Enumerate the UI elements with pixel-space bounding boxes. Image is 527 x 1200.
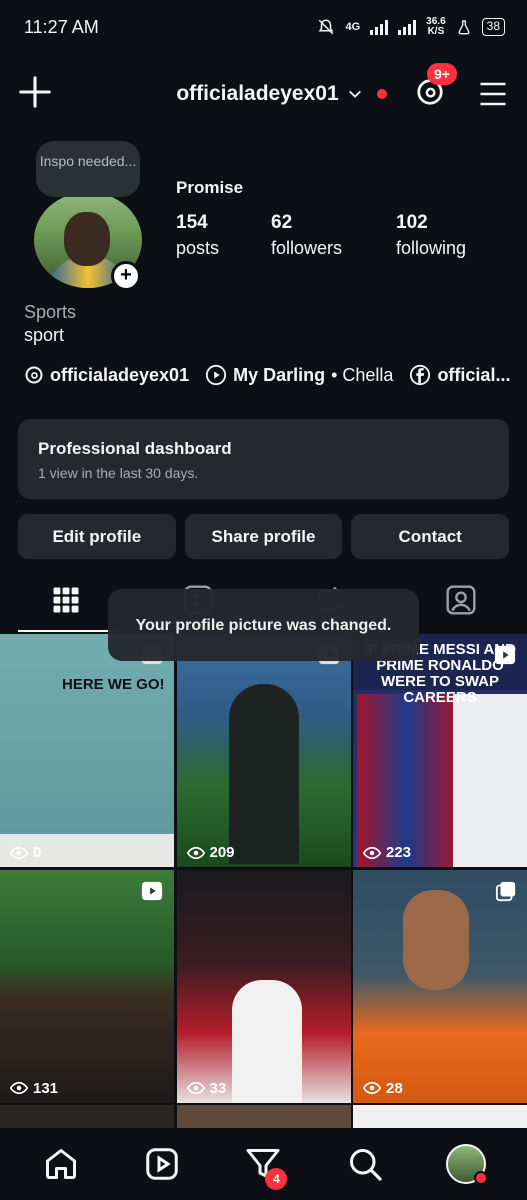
eye-icon <box>10 1081 28 1095</box>
post-tile[interactable]: HERE WE GO! 0 <box>0 634 174 867</box>
dashboard-subtitle: 1 view in the last 30 days. <box>38 465 199 481</box>
nav-reels[interactable] <box>132 1134 192 1194</box>
threads-icon <box>25 366 43 384</box>
profile-category: Sports <box>24 302 77 322</box>
bottom-nav: 4 <box>0 1128 527 1200</box>
view-count: 33 <box>186 1080 226 1097</box>
display-name: Promise <box>176 178 244 197</box>
search-icon <box>349 1149 382 1181</box>
facebook-link[interactable]: official... <box>409 364 510 386</box>
facebook-icon <box>410 364 431 386</box>
view-count: 223 <box>363 844 411 861</box>
toast-message: Your profile picture was changed. <box>108 589 419 661</box>
status-time: 11:27 AM <box>24 16 99 37</box>
eye-icon <box>363 1081 381 1095</box>
add-story-button[interactable]: + <box>111 261 141 291</box>
nav-profile[interactable] <box>436 1134 496 1194</box>
contact-button[interactable]: Contact <box>351 514 510 559</box>
eye-icon <box>186 846 205 859</box>
unread-dot <box>376 89 387 99</box>
eye-icon <box>186 1081 205 1095</box>
profile-header: officialadeyex01 9+ <box>0 62 527 126</box>
view-count: 209 <box>186 844 235 861</box>
battery-icon: 38 <box>481 18 505 36</box>
music-link[interactable]: My Darling • Chella <box>205 364 393 386</box>
threads-badge: 9+ <box>427 62 457 85</box>
stat-posts[interactable]: 154 posts <box>176 212 271 259</box>
post-tile[interactable]: 33 <box>176 869 351 1103</box>
grid-icon <box>53 587 79 613</box>
reel-icon <box>494 645 516 665</box>
play-circle-icon <box>205 364 227 386</box>
network-type: 4G <box>345 21 361 33</box>
post-overlay-text: HERE WE GO! <box>62 676 165 693</box>
eye-icon <box>363 846 381 859</box>
professional-dashboard[interactable]: Professional dashboard 1 view in the las… <box>18 419 509 499</box>
threads-button[interactable]: 9+ <box>415 62 457 112</box>
create-plus-icon[interactable] <box>18 75 52 109</box>
stat-following[interactable]: 102 following <box>396 212 466 259</box>
note-bubble[interactable]: Inspo needed... <box>36 141 140 197</box>
status-icons: 4G 36.6 K/S 38 <box>317 17 505 37</box>
chevron-down-icon <box>348 90 361 98</box>
account-switcher[interactable]: officialadeyex01 <box>148 82 415 106</box>
post-tile[interactable]: 209 <box>176 634 351 867</box>
net-speed: 36.6 K/S <box>426 16 446 37</box>
reel-icon <box>141 881 163 900</box>
stat-followers[interactable]: 62 followers <box>271 212 396 259</box>
home-icon <box>45 1149 76 1179</box>
lab-icon <box>458 20 470 35</box>
view-count: 131 <box>10 1080 58 1097</box>
profile-bio: sport <box>24 325 65 345</box>
eye-icon <box>10 846 28 859</box>
messages-badge: 4 <box>265 1168 288 1190</box>
share-profile-button[interactable]: Share profile <box>184 514 343 559</box>
profile-actions: Edit profile Share profile Contact <box>18 514 510 559</box>
nav-home[interactable] <box>31 1134 91 1194</box>
status-bar: 11:27 AM 4G 36.6 K/S 38 <box>0 0 527 54</box>
mute-icon <box>319 19 334 35</box>
profile-links: officialadeyex01 My Darling • Chella off… <box>24 364 527 386</box>
menu-icon[interactable] <box>477 79 509 109</box>
post-tile[interactable]: IF PRIME MESSI AND PRIME RONALDO WERE TO… <box>353 634 527 867</box>
nav-search[interactable] <box>335 1134 395 1194</box>
post-tile[interactable]: 28 <box>353 869 527 1103</box>
tagged-icon <box>446 585 476 615</box>
signal-icon <box>370 19 389 35</box>
carousel-icon <box>495 881 516 901</box>
reels-icon <box>146 1148 178 1180</box>
edit-profile-button[interactable]: Edit profile <box>18 514 176 559</box>
profile-avatar-icon <box>446 1144 489 1185</box>
dashboard-title: Professional dashboard <box>38 439 232 458</box>
profile-stats: 154 posts 62 followers 102 following <box>176 212 466 259</box>
post-tile[interactable]: 131 <box>0 869 174 1103</box>
view-count: 28 <box>363 1080 403 1097</box>
posts-grid: HERE WE GO! 0 209 IF PRIME MESSI AND PRI… <box>0 634 527 1135</box>
threads-link[interactable]: officialadeyex01 <box>24 365 189 386</box>
nav-messages[interactable]: 4 <box>233 1134 293 1194</box>
signal-2-icon <box>398 19 417 35</box>
view-count: 0 <box>10 844 41 861</box>
username: officialadeyex01 <box>176 82 339 105</box>
